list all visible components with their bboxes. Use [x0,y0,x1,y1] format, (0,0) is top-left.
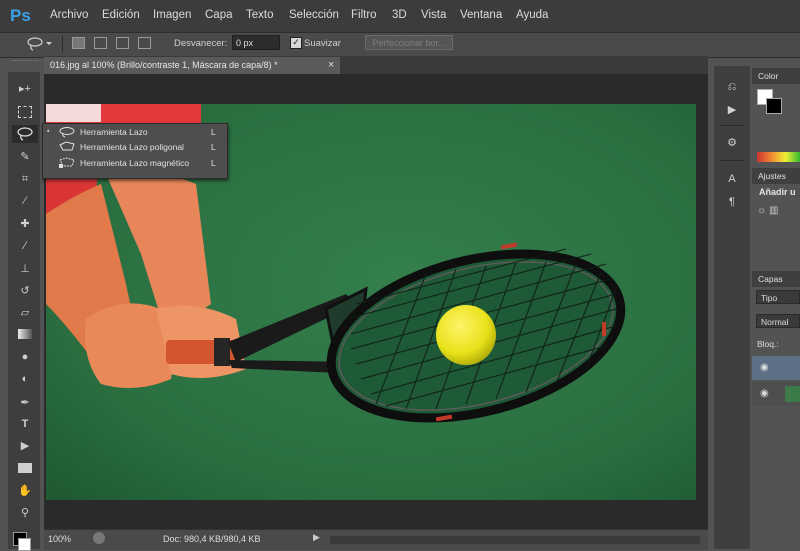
panel-stack [752,66,800,549]
flyout-item-magnetic-lasso[interactable]: Herramienta Lazo magnético [80,158,189,168]
quick-selection-tool-icon[interactable]: ✎ [17,150,33,164]
blend-mode-label: Normal [761,317,789,327]
color-ramp[interactable] [757,152,800,162]
crop-tool-icon[interactable]: ⌗ [17,172,33,186]
character-panel-icon[interactable]: A [725,172,739,186]
status-info-icon[interactable] [93,532,105,544]
antialias-label: Suavizar [304,38,341,49]
rectangle-tool-icon[interactable] [18,463,32,473]
layers-panel-label: Capas [758,274,783,284]
flyout-key-lasso: L [211,127,216,137]
menu-edicion[interactable]: Edición [102,9,140,21]
menu-imagen[interactable]: Imagen [153,9,191,21]
background-color-swatch[interactable] [18,538,31,551]
flyout-key-magnetic-lasso: L [211,158,216,168]
healing-brush-tool-icon[interactable]: ✚ [17,217,33,231]
filter-kind-label: Tipo [761,293,778,303]
menu-filtro[interactable]: Filtro [351,9,377,21]
layer-visibility-eye-icon[interactable]: ◉ [760,362,769,373]
flyout-key-polygonal-lasso: L [211,142,216,152]
photoshop-logo: Ps [10,6,31,25]
path-selection-tool-icon[interactable]: ▶ [17,439,33,453]
status-menu-arrow-icon[interactable]: ▶ [313,532,320,543]
adjustment-icons[interactable]: ☼ ▥ [757,205,800,221]
color-panel-label: Color [758,71,779,81]
eraser-tool-icon[interactable]: ▱ [17,306,33,320]
menu-archivo[interactable]: Archivo [50,9,88,21]
paragraph-panel-icon[interactable]: ¶ [725,195,739,209]
menu-ayuda[interactable]: Ayuda [516,9,548,21]
zoom-level[interactable]: 100% [48,534,71,544]
dock-divider [720,125,744,126]
menu-vista[interactable]: Vista [421,9,446,21]
add-selection-icon[interactable] [94,37,107,49]
adjustments-panel-label: Ajustes [758,171,786,181]
antialias-checkbox[interactable]: ✓ [290,37,302,49]
toolbar-grip[interactable] [12,60,38,67]
lasso-preset-icon[interactable] [26,36,52,52]
feather-label: Desvanecer: [174,38,228,49]
flyout-item-polygonal-lasso[interactable]: Herramienta Lazo poligonal [80,142,184,152]
dodge-tool-icon[interactable]: ◐ [17,372,33,386]
feather-input[interactable]: 0 px [232,35,280,50]
type-tool-icon[interactable]: T [17,417,33,431]
close-tab-icon[interactable]: × [328,59,334,71]
menu-texto[interactable]: Texto [246,9,274,21]
brush-presets-icon[interactable]: ⚙ [725,136,739,150]
lock-label: Bloq.: [757,339,779,349]
horizontal-scrollbar[interactable] [330,536,700,544]
gradient-tool-icon[interactable] [18,329,32,339]
dock-divider [720,160,744,161]
marquee-tool-icon[interactable] [18,106,32,118]
new-selection-icon[interactable] [72,37,85,49]
layer-thumbnail [785,386,800,402]
brush-tool-icon[interactable]: ∕ [17,239,33,253]
lasso-tool-icon[interactable] [15,127,35,141]
menu-3d[interactable]: 3D [392,9,407,21]
pen-tool-icon[interactable]: ✒ [17,396,33,410]
eyedropper-tool-icon[interactable]: ⁄ [17,194,33,208]
hand-tool-icon[interactable]: ✋ [17,484,33,498]
history-panel-icon[interactable]: ⎌ [725,80,739,94]
blur-tool-icon[interactable]: ● [17,350,33,364]
layers-panel-tab[interactable]: Capas [752,271,800,287]
document-tab-title: 016.jpg al 100% (Brillo/contraste 1, Más… [50,60,278,70]
intersect-selection-icon[interactable] [138,37,151,49]
magnetic-lasso-icon [59,157,75,168]
layer-visibility-eye-icon[interactable]: ◉ [760,388,769,399]
history-brush-tool-icon[interactable]: ↺ [17,284,33,298]
blend-mode-select[interactable]: Normal [756,314,800,328]
clone-stamp-tool-icon[interactable]: ⊥ [17,262,33,276]
flyout-item-lasso[interactable]: Herramienta Lazo [80,127,148,137]
menu-capa[interactable]: Capa [205,9,233,21]
active-tool-bullet: ▪ [47,128,50,135]
document-tab[interactable]: 016.jpg al 100% (Brillo/contraste 1, Más… [44,57,340,74]
menu-seleccion[interactable]: Selección [289,9,339,21]
actions-panel-icon[interactable]: ▶ [725,103,739,117]
lasso-icon [59,127,75,138]
panel-bg-swatch[interactable] [766,98,782,114]
layer-filter-kind[interactable]: Tipo [756,290,800,304]
subtract-selection-icon[interactable] [116,37,129,49]
adjustments-panel-tab[interactable]: Ajustes [752,168,800,184]
refine-edge-button[interactable]: Perfeccionar bor... [365,35,453,50]
menu-ventana[interactable]: Ventana [460,9,502,21]
color-panel-tab[interactable]: Color [752,68,800,84]
polygonal-lasso-icon [59,141,75,151]
move-tool-icon[interactable]: ▸+ [17,82,33,96]
options-divider [62,36,63,52]
document-size: Doc: 980,4 KB/980,4 KB [163,534,261,544]
adjustments-prompt: Añadir u [759,187,796,197]
zoom-tool-icon[interactable]: ⚲ [17,506,33,520]
